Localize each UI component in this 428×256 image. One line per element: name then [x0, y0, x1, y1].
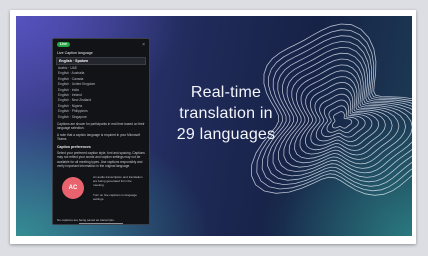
slide: Real-time translation in 29 languages Li… — [16, 16, 412, 236]
caption-status-text: Turn on live captions in language settin… — [93, 193, 137, 202]
caption-status-text: An audio transcription and translation a… — [93, 175, 143, 188]
contour-line — [326, 105, 359, 134]
info-text: Captions are shown for participants in r… — [57, 122, 145, 131]
info-text: Select your preferred caption style, fon… — [57, 150, 145, 168]
selected-language[interactable]: English · Spoken — [56, 57, 146, 65]
live-status-pill[interactable]: Live — [57, 42, 71, 47]
language-option[interactable]: English · Singapore — [53, 115, 149, 120]
headline-line: Real-time — [190, 84, 262, 101]
headline-line: 29 languages — [176, 126, 276, 143]
headline: Real-time translation in 29 languages — [162, 82, 290, 145]
phone-screenshot: Live × Live Caption language English · S… — [52, 38, 150, 225]
home-indicator — [79, 223, 123, 224]
phone-footer-text: No captions are being saved as transcrip… — [57, 218, 115, 222]
contour-line — [332, 111, 353, 129]
panel-title: Live Caption language — [57, 51, 93, 55]
avatar[interactable]: AC — [62, 177, 84, 200]
phone-top-bar: Live × — [53, 39, 149, 50]
close-icon[interactable]: × — [142, 42, 145, 48]
contour-line — [310, 87, 380, 147]
headline-line: translation in — [179, 105, 273, 122]
section-heading: Caption preferences — [57, 144, 91, 149]
info-text: A note that a caption language is requir… — [57, 132, 141, 142]
phone-participant-area: AC An audio transcription and translatio… — [53, 171, 149, 211]
contour-line — [294, 70, 400, 160]
